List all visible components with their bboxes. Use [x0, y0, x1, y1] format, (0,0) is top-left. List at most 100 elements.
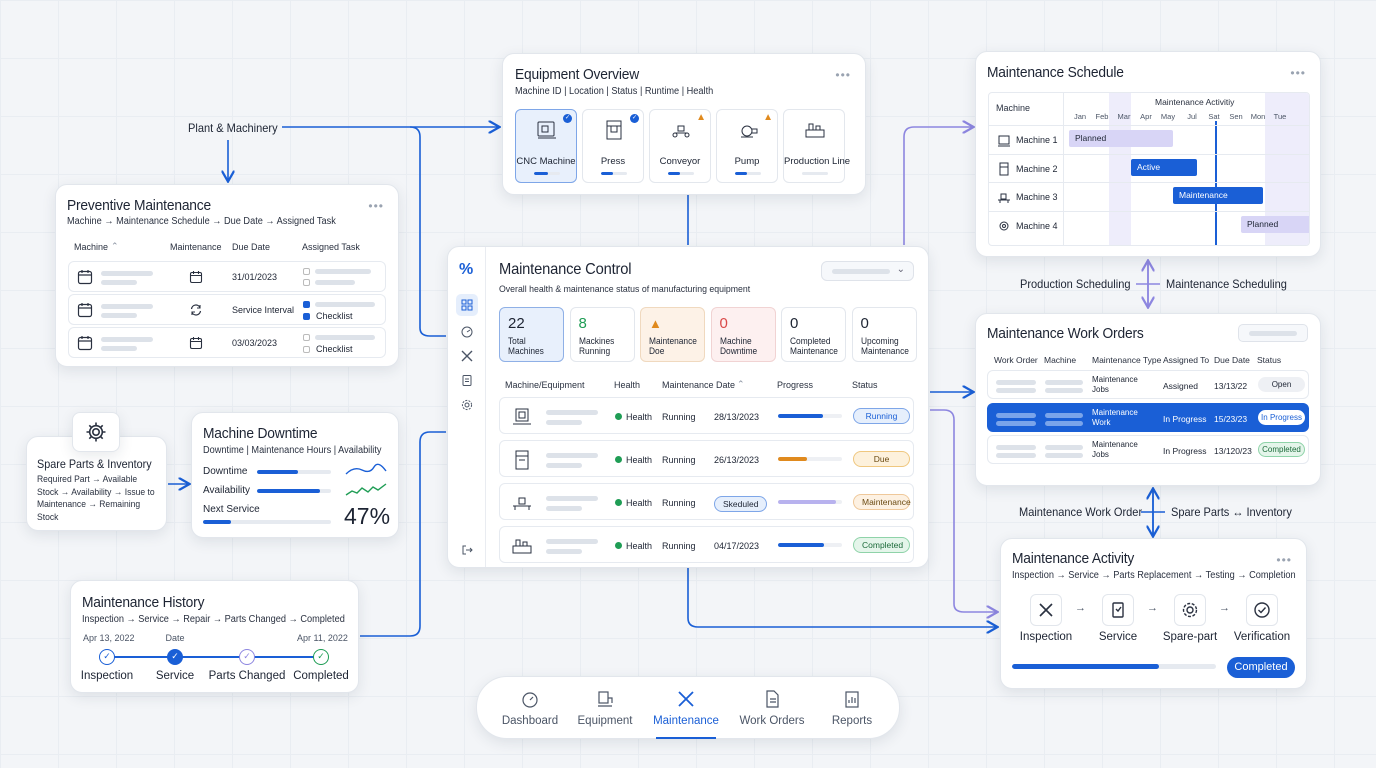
machine-icon	[515, 450, 529, 470]
check-circle-icon: ✓	[99, 649, 115, 665]
work-order-row[interactable]: Maintenance Work In Progress 15/23/23 In…	[987, 402, 1309, 432]
press-icon	[606, 120, 622, 140]
gantt-machine-label: Machine 2	[1016, 163, 1058, 174]
checkbox[interactable]	[303, 301, 310, 308]
work-order-row[interactable]: Maintenance Jobs Assigned 13/13/22 Open	[987, 370, 1309, 399]
filter-dropdown[interactable]: ⌄	[821, 261, 914, 281]
kpi-tile[interactable]: 8 Mackines Running	[569, 307, 635, 362]
gauge-icon[interactable]	[456, 321, 478, 343]
work-orders-card: Maintenance Work Orders Work Order Machin…	[975, 313, 1321, 486]
nav-dashboard[interactable]: Dashboard	[491, 685, 569, 735]
equipment-health-bar	[668, 172, 694, 175]
table-row[interactable]: 31/01/2023	[68, 261, 386, 292]
grid-icon[interactable]	[456, 294, 478, 316]
column-header[interactable]: Maintenance Date	[662, 380, 735, 390]
kpi-tile[interactable]: ▲ Maintenance Doe	[640, 307, 705, 362]
more-icon[interactable]: •••	[1290, 66, 1306, 80]
logout-icon[interactable]	[456, 539, 478, 561]
equipment-row[interactable]: Health Running 26/13/2023 Due	[499, 440, 914, 477]
equipment-row[interactable]: Health Running 04/17/2023 Completed	[499, 526, 914, 563]
gantt-bar[interactable]: Maintenance	[1173, 187, 1263, 204]
column-header: Progress	[777, 380, 814, 390]
nav-equipment[interactable]: Equipment	[566, 685, 644, 735]
kpi-tile[interactable]: 0 Upcoming Maintenance	[851, 307, 917, 362]
downtime-bar	[257, 470, 331, 474]
logo-icon: %	[459, 261, 474, 278]
kpi-value: 22	[508, 315, 525, 332]
equipment-row[interactable]: Health Running Skeduled Maintenance	[499, 483, 914, 520]
gear-icon[interactable]	[1174, 594, 1206, 626]
calendar-icon	[77, 336, 93, 351]
column-header: Assigned To	[1163, 355, 1210, 365]
equipment-tile-cnc-machine[interactable]: ✓ CNC Machine	[515, 109, 577, 183]
due-date: Service Interval	[232, 305, 295, 315]
check-circle-icon: ✓	[167, 649, 183, 665]
sort-icon[interactable]: ⌃	[111, 241, 119, 252]
kpi-label: Maintenance Doe	[649, 336, 697, 356]
month-label: Jul	[1187, 112, 1197, 121]
wrench-icon[interactable]	[1030, 594, 1062, 626]
kpi-label: Mackines Running	[578, 336, 614, 356]
downtime-bar	[203, 520, 331, 524]
maintenance-schedule-card: Maintenance Schedule ••• Machine Mainten…	[975, 51, 1321, 257]
check-badge-icon: ✓	[563, 114, 572, 123]
table-row[interactable]: Service Interval Checklist	[68, 294, 386, 325]
nav-work-orders[interactable]: Work Orders	[733, 685, 811, 735]
sort-icon[interactable]: ⌃	[737, 379, 745, 390]
clipboard-check-icon[interactable]	[1102, 594, 1134, 626]
more-icon[interactable]: •••	[835, 68, 851, 82]
settings-icon[interactable]	[456, 394, 478, 416]
gantt-activity-header: Maintenance Activitiy	[1155, 97, 1235, 107]
status-dot	[615, 499, 622, 506]
kpi-tile[interactable]: 0 Completed Maintenance	[781, 307, 846, 362]
equipment-row[interactable]: Health Running 28/13/2023 Running	[499, 397, 914, 434]
health-label: Health	[626, 455, 653, 465]
arrow-right-icon: →	[1147, 602, 1158, 614]
checkbox[interactable]	[303, 334, 310, 341]
completed-button[interactable]: Completed	[1227, 657, 1295, 678]
col-machine[interactable]: Machine	[74, 242, 108, 252]
work-order-row[interactable]: Maintenance Jobs In Progress 13/120/23 C…	[987, 435, 1309, 464]
card-subtitle: Inspection → Service → Parts Replacement…	[1012, 570, 1296, 581]
warning-icon: ▲	[696, 112, 706, 123]
col-assigned-task: Assigned Task	[302, 242, 360, 252]
status-badge: Completed	[853, 537, 910, 553]
equipment-tile-production-line[interactable]: Production Line	[783, 109, 850, 183]
due-date: 13/120/23	[1214, 446, 1252, 456]
check-circle-icon: ✓	[239, 649, 255, 665]
state-label: Running	[662, 541, 696, 551]
check-badge-icon: ✓	[630, 114, 639, 123]
maintenance-activity-card: Maintenance Activity Inspection → Servic…	[1000, 538, 1307, 689]
kpi-tile[interactable]: 22 Total Machines	[499, 307, 564, 362]
machine-downtime-card: Machine Downtime Downtime | Maintenance …	[191, 412, 399, 538]
card-title: Maintenance Activity	[1012, 550, 1135, 567]
nav-maintenance[interactable]: Maintenance	[647, 685, 725, 739]
equipment-tile-press[interactable]: ✓ Press	[582, 109, 644, 183]
checkbox[interactable]	[303, 346, 310, 353]
month-label: May	[1160, 112, 1176, 121]
gantt-bar[interactable]: Planned	[1069, 130, 1173, 147]
clipboard-icon[interactable]	[456, 369, 478, 391]
check-circle-icon[interactable]	[1246, 594, 1278, 626]
checkbox[interactable]	[303, 313, 310, 320]
gantt-bar[interactable]: Planned	[1241, 215, 1309, 233]
table-row[interactable]: 03/03/2023 Checklist	[68, 327, 386, 358]
maintenance-scheduling-label: Maintenance Scheduling	[1166, 277, 1287, 291]
equipment-tile-conveyor[interactable]: ▲ Conveyor	[649, 109, 711, 183]
kpi-value: 0	[860, 315, 869, 332]
cnc-machine-icon	[537, 121, 556, 139]
card-title: Maintenance Control	[499, 261, 632, 278]
equipment-tile-pump[interactable]: ▲ Pump	[716, 109, 778, 183]
column-header: Maintenance Type	[1092, 355, 1162, 365]
history-date: Apr 11, 2022	[297, 633, 348, 643]
more-icon[interactable]: •••	[368, 199, 384, 213]
production-line-icon	[805, 123, 825, 138]
gantt-bar[interactable]: Active	[1131, 158, 1197, 176]
more-icon[interactable]: •••	[1276, 553, 1292, 567]
filter-field[interactable]	[1238, 324, 1308, 342]
tools-icon[interactable]	[456, 345, 478, 367]
timeline-line	[107, 656, 322, 658]
nav-reports[interactable]: Reports	[813, 685, 891, 735]
month-label: Feb	[1095, 112, 1109, 121]
kpi-tile[interactable]: 0 Machine Downtime	[710, 307, 776, 362]
